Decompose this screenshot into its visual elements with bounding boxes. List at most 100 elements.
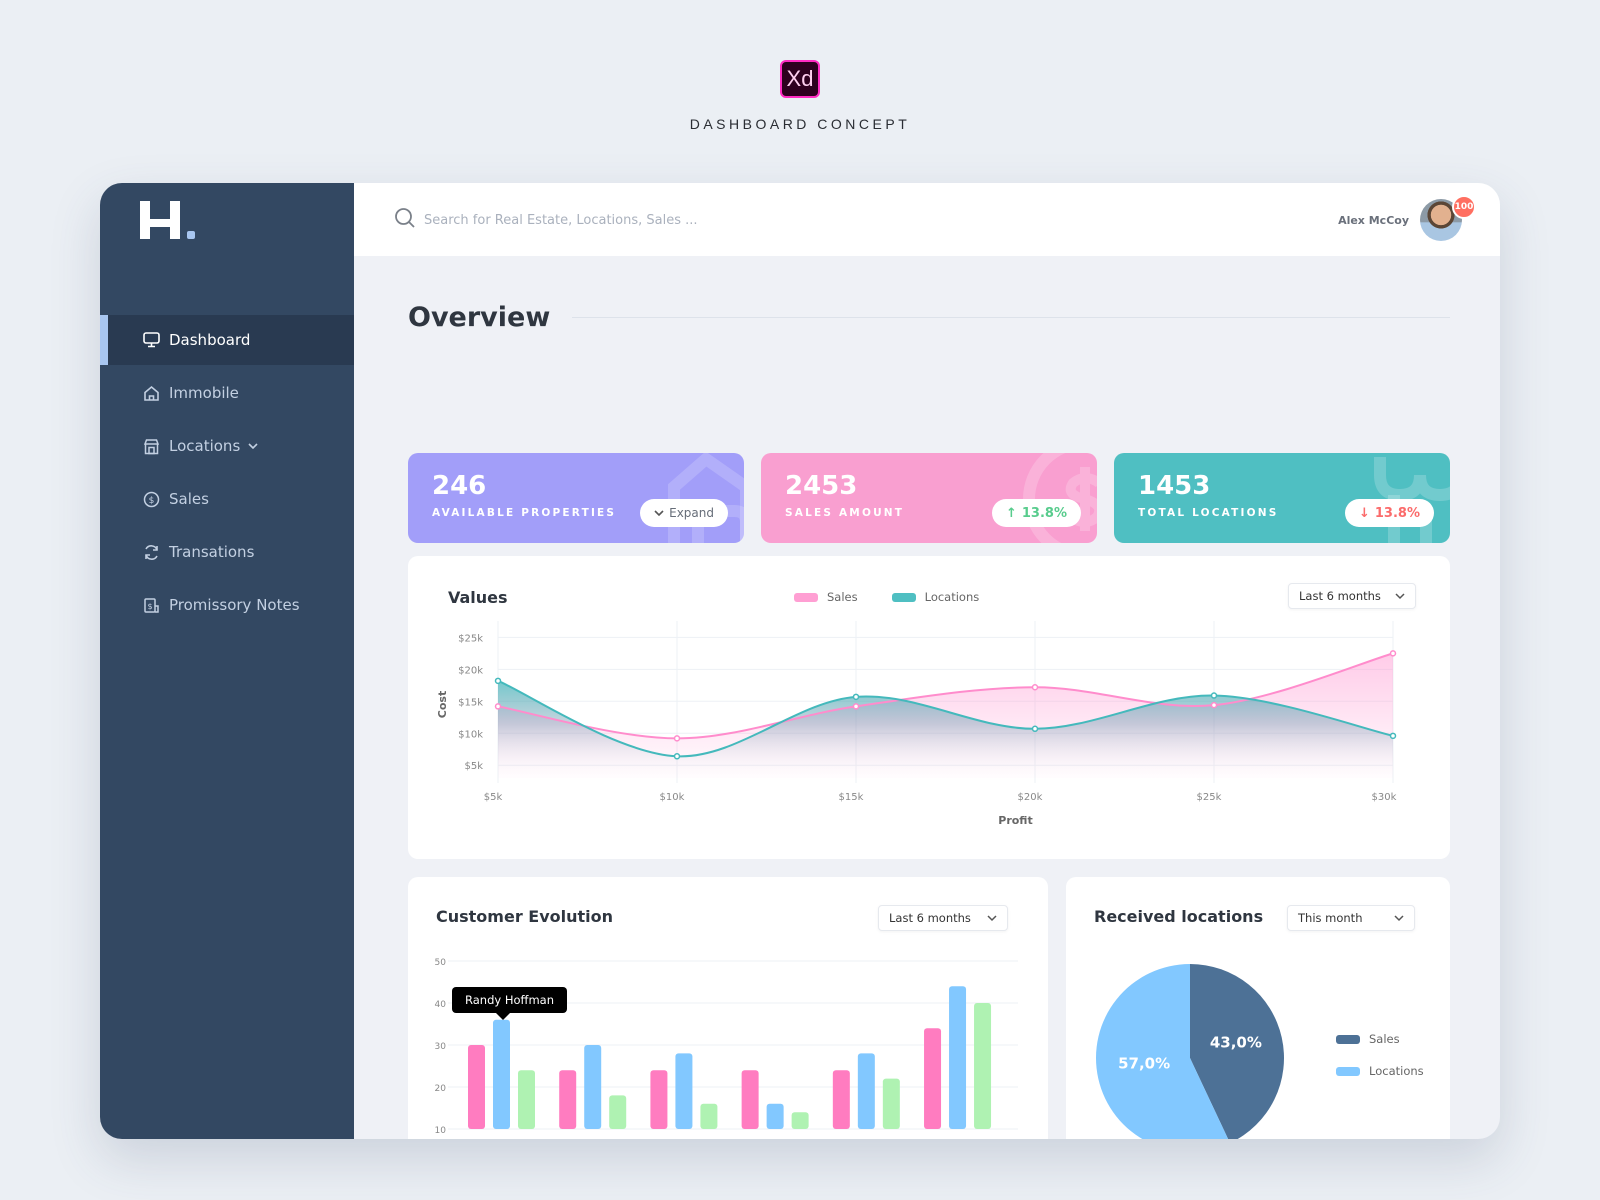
bar-tooltip: Randy Hoffman bbox=[452, 987, 567, 1020]
data-point-sales bbox=[673, 735, 681, 742]
bar bbox=[584, 1045, 602, 1129]
values-chart: $5k $10k $15k $20k $25k $5k $10k $15k $20k $25k $3… bbox=[436, 621, 1397, 827]
data-point-locations bbox=[852, 693, 860, 701]
sidebar-item-locations[interactable]: Locations bbox=[100, 421, 354, 471]
legend-item-sales[interactable]: Sales bbox=[1336, 1032, 1424, 1046]
svg-text:$: $ bbox=[148, 496, 154, 506]
legend-swatch bbox=[1336, 1034, 1360, 1044]
change-badge-up: ↑ 13.8% bbox=[991, 499, 1081, 527]
legend-swatch bbox=[1336, 1066, 1360, 1076]
y-tick-label: $25k bbox=[458, 633, 483, 644]
change-badge-down: ↓ 13.8% bbox=[1344, 499, 1434, 527]
sidebar-item-label: Immobile bbox=[169, 384, 239, 402]
y-axis-label: Cost bbox=[436, 691, 449, 718]
arrow-up-icon: ↑ bbox=[1005, 505, 1017, 521]
received-locations-card: Received locations This month 43,0% 57,0%… bbox=[1066, 877, 1450, 1139]
search-bar bbox=[394, 207, 744, 233]
divider bbox=[572, 317, 1450, 318]
svg-text:$: $ bbox=[147, 602, 152, 611]
sidebar-item-label: Dashboard bbox=[169, 331, 251, 349]
house-icon bbox=[668, 453, 744, 543]
legend-label: Locations bbox=[1369, 1064, 1424, 1078]
y-tick-label: $10k bbox=[458, 729, 483, 740]
pie-slice-label: 57,0% bbox=[1118, 1054, 1170, 1072]
bar bbox=[741, 1070, 759, 1129]
bar bbox=[949, 986, 967, 1129]
y-tick-label: 30 bbox=[435, 1042, 447, 1052]
expand-button[interactable]: Expand bbox=[640, 499, 728, 527]
x-tick-label: $5k bbox=[484, 792, 503, 803]
bar bbox=[468, 1045, 485, 1129]
bar bbox=[559, 1070, 577, 1129]
change-value: 13.8% bbox=[1374, 505, 1420, 521]
y-tick-label: $5k bbox=[464, 761, 483, 772]
sidebar-item-transations[interactable]: Transations bbox=[100, 527, 354, 577]
refresh-icon bbox=[142, 543, 160, 561]
data-point-sales bbox=[1210, 701, 1218, 709]
data-point-sales bbox=[1389, 650, 1397, 657]
legend-item-locations[interactable]: Locations bbox=[1336, 1064, 1424, 1078]
receipt-icon: $ bbox=[142, 596, 160, 614]
search-icon[interactable] bbox=[394, 207, 416, 233]
home-icon bbox=[142, 384, 160, 402]
avatar[interactable]: 100 bbox=[1420, 195, 1476, 241]
x-tick-label: $10k bbox=[660, 792, 685, 803]
xd-logo-icon: Xd bbox=[780, 60, 820, 98]
bar bbox=[974, 1003, 992, 1129]
chevron-down-icon bbox=[1394, 915, 1404, 922]
received-locations-pie: 43,0% 57,0% bbox=[1096, 964, 1284, 1139]
stat-card-sales[interactable]: 2453 SALES AMOUNT ↑ 13.8% bbox=[761, 453, 1097, 543]
stats-row: 246 AVAILABLE PROPERTIES Expand 2453 SAL… bbox=[408, 453, 1450, 543]
store-icon bbox=[142, 437, 160, 455]
y-tick-label: 50 bbox=[435, 958, 447, 968]
bar bbox=[924, 1028, 942, 1129]
bar bbox=[857, 1053, 875, 1129]
x-axis-label: Profit bbox=[998, 814, 1032, 827]
y-tick-label: 20 bbox=[435, 1084, 447, 1094]
chevron-down-icon bbox=[654, 510, 664, 516]
sidebar-item-promissory-notes[interactable]: $ Promissory Notes bbox=[100, 580, 354, 630]
dollar-icon bbox=[1023, 453, 1097, 543]
app-logo[interactable] bbox=[140, 201, 204, 247]
stat-card-locations[interactable]: 1453 TOTAL LOCATIONS ↓ 13.8% bbox=[1114, 453, 1450, 543]
bar bbox=[675, 1053, 693, 1129]
dollar-circle-icon: $ bbox=[142, 490, 160, 508]
topbar: Alex McCoy 100 bbox=[354, 183, 1500, 256]
data-point-sales bbox=[1031, 683, 1039, 691]
user-menu[interactable]: Alex McCoy 100 bbox=[1338, 195, 1476, 241]
arrow-down-icon: ↓ bbox=[1358, 505, 1370, 521]
pie-slice-label: 43,0% bbox=[1210, 1034, 1262, 1052]
values-card: Values Sales Locations Last 6 months $5k… bbox=[408, 556, 1450, 859]
y-tick-label: 40 bbox=[435, 1000, 447, 1010]
notification-badge[interactable]: 100 bbox=[1452, 195, 1476, 219]
x-tick-label: $15k bbox=[839, 792, 864, 803]
sidebar-item-label: Sales bbox=[169, 490, 209, 508]
chevron-down-icon[interactable] bbox=[248, 441, 258, 452]
x-tick-label: $20k bbox=[1018, 792, 1043, 803]
sidebar-item-label: Transations bbox=[169, 543, 255, 561]
data-point-locations bbox=[494, 677, 502, 685]
customer-evolution-card: Customer Evolution Last 6 months 10 20 30 4… bbox=[408, 877, 1048, 1139]
x-tick-label: $25k bbox=[1197, 792, 1222, 803]
sidebar: Dashboard Immobile Locations $ Sales Tra… bbox=[100, 183, 354, 1139]
page-title: Overview bbox=[408, 302, 551, 333]
bar bbox=[882, 1078, 900, 1129]
sidebar-item-immobile[interactable]: Immobile bbox=[100, 368, 354, 418]
bar bbox=[791, 1112, 809, 1129]
change-value: 13.8% bbox=[1021, 505, 1067, 521]
bar bbox=[766, 1103, 784, 1129]
expand-label: Expand bbox=[669, 506, 714, 520]
stat-card-properties[interactable]: 246 AVAILABLE PROPERTIES Expand bbox=[408, 453, 744, 543]
y-tick-label: 10 bbox=[435, 1126, 447, 1136]
search-input[interactable] bbox=[424, 212, 744, 228]
monitor-icon bbox=[142, 331, 160, 349]
sidebar-nav: Dashboard Immobile Locations $ Sales Tra… bbox=[100, 315, 354, 633]
sidebar-item-label: Promissory Notes bbox=[169, 596, 300, 614]
data-point-sales bbox=[494, 703, 502, 710]
data-point-locations bbox=[1389, 732, 1397, 740]
sidebar-item-sales[interactable]: $ Sales bbox=[100, 474, 354, 524]
data-point-locations bbox=[1031, 725, 1039, 733]
legend-label: Sales bbox=[1369, 1032, 1400, 1046]
location-icon bbox=[1374, 457, 1450, 543]
sidebar-item-dashboard[interactable]: Dashboard bbox=[100, 315, 354, 365]
